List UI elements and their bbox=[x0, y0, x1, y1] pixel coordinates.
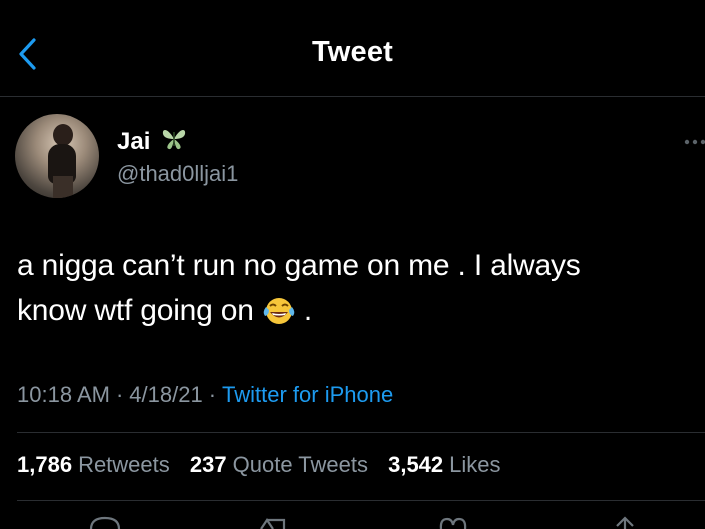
author-handle[interactable]: @thad0lljai1 bbox=[117, 161, 238, 187]
retweets-label: Retweets bbox=[78, 452, 170, 477]
more-icon[interactable] bbox=[683, 138, 705, 146]
meta-separator: · bbox=[208, 382, 217, 407]
share-icon[interactable] bbox=[608, 516, 642, 529]
quote-tweets-stat[interactable]: 237 Quote Tweets bbox=[190, 452, 368, 477]
likes-count: 3,542 bbox=[388, 452, 444, 477]
quote-tweets-label: Quote Tweets bbox=[232, 452, 368, 477]
avatar[interactable] bbox=[15, 114, 99, 198]
tweet-text-line-1: a nigga can’t run no game on me . I alwa… bbox=[17, 249, 581, 282]
like-icon[interactable] bbox=[436, 516, 470, 529]
tweet-text-line-2: know wtf going on . bbox=[17, 288, 697, 333]
tweet-date: 4/18/21 bbox=[129, 382, 203, 407]
tweet-meta: 10:18 AM · 4/18/21 · Twitter for iPhone bbox=[17, 382, 393, 408]
tweet-text-line-2-end: . bbox=[295, 294, 313, 327]
tweet-text-line-2-start: know wtf going on bbox=[17, 294, 254, 327]
author-display-name[interactable]: Jai bbox=[117, 128, 150, 156]
tweet-time: 10:18 AM bbox=[17, 382, 110, 407]
tweet-source-link[interactable]: Twitter for iPhone bbox=[222, 382, 393, 407]
laughing-crying-emoji-icon bbox=[263, 298, 295, 324]
reply-icon[interactable] bbox=[88, 516, 122, 529]
quote-tweets-count: 237 bbox=[189, 452, 227, 477]
divider bbox=[17, 500, 705, 501]
tweet-actions bbox=[0, 508, 705, 529]
likes-stat[interactable]: 3,542 Likes bbox=[388, 452, 500, 477]
likes-label: Likes bbox=[449, 452, 501, 477]
retweet-icon[interactable] bbox=[258, 516, 292, 529]
retweets-stat[interactable]: 1,786 Retweets bbox=[17, 452, 170, 477]
tweet-text: a nigga can’t run no game on me . I alwa… bbox=[17, 243, 697, 333]
page-title: Tweet bbox=[311, 36, 394, 68]
meta-separator: · bbox=[115, 382, 124, 407]
tweet-stats: 1,786 Retweets 237 Quote Tweets 3,542 Likes bbox=[17, 452, 515, 478]
retweets-count: 1,786 bbox=[17, 452, 73, 477]
butterfly-icon bbox=[162, 129, 186, 150]
top-nav-bar: Tweet bbox=[0, 0, 705, 97]
divider bbox=[17, 432, 705, 433]
